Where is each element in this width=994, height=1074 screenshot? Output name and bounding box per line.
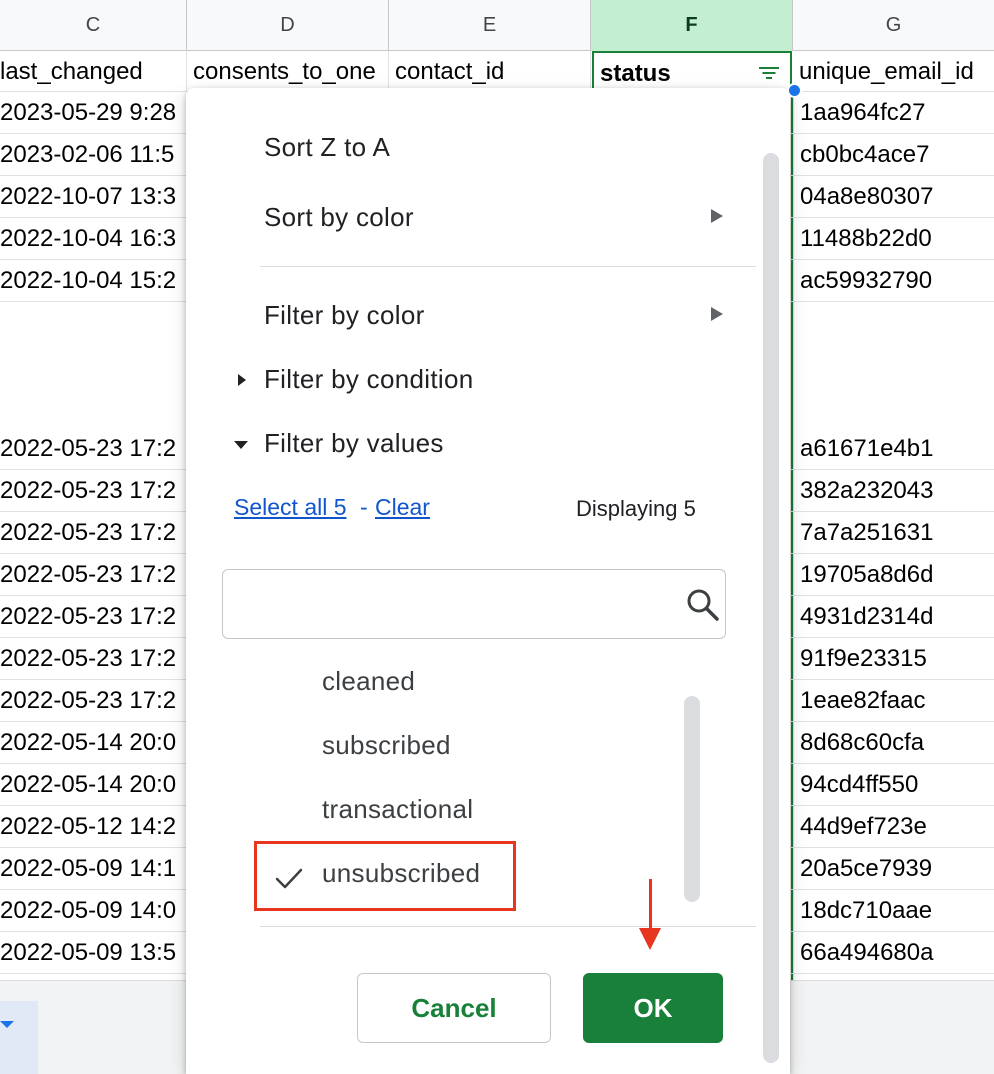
menu-filter-by-color[interactable]: Filter by color (264, 300, 425, 331)
annotation-highlight-box (254, 841, 516, 911)
cell-unique-email-id[interactable]: 19705a8d6d (800, 554, 994, 596)
cell-last-changed[interactable]: 2022-05-09 14:0 (0, 890, 186, 932)
cell-unique-email-id[interactable]: 18dc710aae (800, 890, 994, 932)
sheet-tab[interactable] (0, 1001, 38, 1074)
cancel-button[interactable]: Cancel (357, 973, 551, 1043)
field-consents[interactable]: consents_to_one (187, 51, 389, 92)
menu-sort-by-color[interactable]: Sort by color (264, 202, 414, 233)
cell-last-changed[interactable]: 2022-05-23 17:2 (0, 470, 186, 512)
cell-unique-email-id[interactable]: 7a7a251631 (800, 512, 994, 554)
filter-dialog: Sort Z to A Sort by color Filter by colo… (186, 88, 790, 1074)
clear-link[interactable]: Clear (375, 494, 430, 521)
cell-unique-email-id[interactable]: 66a494680a (800, 932, 994, 974)
cell-last-changed[interactable]: 2022-05-23 17:2 (0, 680, 186, 722)
annotation-arrow-head (639, 928, 661, 950)
field-status-label: status (600, 60, 671, 87)
cell-last-changed[interactable]: 2022-05-23 17:2 (0, 512, 186, 554)
cell-last-changed[interactable]: 2022-05-14 20:0 (0, 722, 186, 764)
cell-last-changed[interactable]: 2022-10-04 15:2 (0, 260, 186, 302)
value-item-cleaned[interactable]: cleaned (322, 666, 415, 697)
field-status[interactable]: status (592, 51, 792, 92)
expand-right-icon[interactable] (238, 374, 246, 386)
cell-last-changed[interactable]: 2022-05-23 17:2 (0, 554, 186, 596)
search-input[interactable] (235, 584, 675, 624)
menu-filter-by-values[interactable]: Filter by values (264, 428, 444, 459)
cell-last-changed[interactable]: 2022-05-23 17:2 (0, 638, 186, 680)
values-list-scrollbar[interactable] (684, 696, 700, 902)
cell-last-changed[interactable]: 2022-05-23 17:2 (0, 596, 186, 638)
column-header-c[interactable]: C (0, 0, 187, 51)
column-header-g[interactable]: G (793, 0, 994, 51)
cell-unique-email-id[interactable]: 20a5ce7939 (800, 848, 994, 890)
footer-divider (260, 926, 756, 927)
cell-unique-email-id[interactable]: 8d68c60cfa (800, 722, 994, 764)
value-item-subscribed[interactable]: subscribed (322, 730, 451, 761)
cell-last-changed[interactable]: 2022-05-23 17:2 (0, 428, 186, 470)
column-header-d[interactable]: D (187, 0, 389, 51)
cell-unique-email-id[interactable]: 1aa964fc27 (800, 92, 994, 134)
selection-handle[interactable] (787, 83, 802, 98)
search-field[interactable] (222, 569, 726, 639)
search-icon[interactable] (685, 587, 721, 623)
filter-icon[interactable] (758, 63, 780, 83)
cell-unique-email-id[interactable]: 94cd4ff550 (800, 764, 994, 806)
chevron-right-icon (711, 209, 723, 223)
chevron-right-icon (711, 307, 723, 321)
cell-unique-email-id[interactable]: 1eae82faac (800, 680, 994, 722)
cell-last-changed[interactable]: 2022-05-09 14:1 (0, 848, 186, 890)
cell-unique-email-id[interactable]: 11488b22d0 (800, 218, 994, 260)
dialog-scrollbar[interactable] (763, 153, 779, 1063)
cell-last-changed[interactable]: 2022-10-04 16:3 (0, 218, 186, 260)
cell-last-changed[interactable]: 2022-10-07 13:3 (0, 176, 186, 218)
value-item-transactional[interactable]: transactional (322, 794, 473, 825)
field-last-changed[interactable]: last_changed (0, 51, 187, 92)
annotation-arrow (649, 879, 652, 931)
cell-last-changed[interactable]: 2022-05-12 14:2 (0, 806, 186, 848)
cell-last-changed[interactable]: 2022-05-14 20:0 (0, 764, 186, 806)
column-header-e[interactable]: E (389, 0, 591, 51)
link-separator: - (360, 494, 368, 520)
menu-sort-z-to-a[interactable]: Sort Z to A (264, 132, 390, 163)
cell-last-changed[interactable]: 2022-05-09 13:5 (0, 932, 186, 974)
column-header-f[interactable]: F (591, 0, 793, 51)
cell-unique-email-id[interactable]: 91f9e23315 (800, 638, 994, 680)
select-all-link[interactable]: Select all 5 (234, 494, 347, 521)
field-contact-id[interactable]: contact_id (389, 51, 591, 92)
cell-unique-email-id[interactable]: ac59932790 (800, 260, 994, 302)
column-headers: C D E F G (0, 0, 994, 51)
caret-down-icon[interactable] (0, 1021, 14, 1028)
cell-unique-email-id[interactable]: 04a8e80307 (800, 176, 994, 218)
expand-down-icon[interactable] (234, 441, 248, 449)
cell-last-changed[interactable]: 2023-02-06 11:5 (0, 134, 186, 176)
cell-unique-email-id[interactable]: 44d9ef723e (800, 806, 994, 848)
cell-last-changed[interactable]: 2023-05-29 9:28 (0, 92, 186, 134)
cell-unique-email-id[interactable]: cb0bc4ace7 (800, 134, 994, 176)
menu-divider (260, 266, 756, 267)
header-row: last_changed consents_to_one contact_id … (0, 51, 994, 92)
menu-filter-by-condition[interactable]: Filter by condition (264, 364, 473, 395)
cell-unique-email-id[interactable]: 4931d2314d (800, 596, 994, 638)
ok-button[interactable]: OK (583, 973, 723, 1043)
cell-unique-email-id[interactable]: a61671e4b1 (800, 428, 994, 470)
displaying-count: Displaying 5 (576, 496, 696, 521)
cell-unique-email-id[interactable]: 382a232043 (800, 470, 994, 512)
field-unique-email-id[interactable]: unique_email_id (793, 51, 994, 92)
